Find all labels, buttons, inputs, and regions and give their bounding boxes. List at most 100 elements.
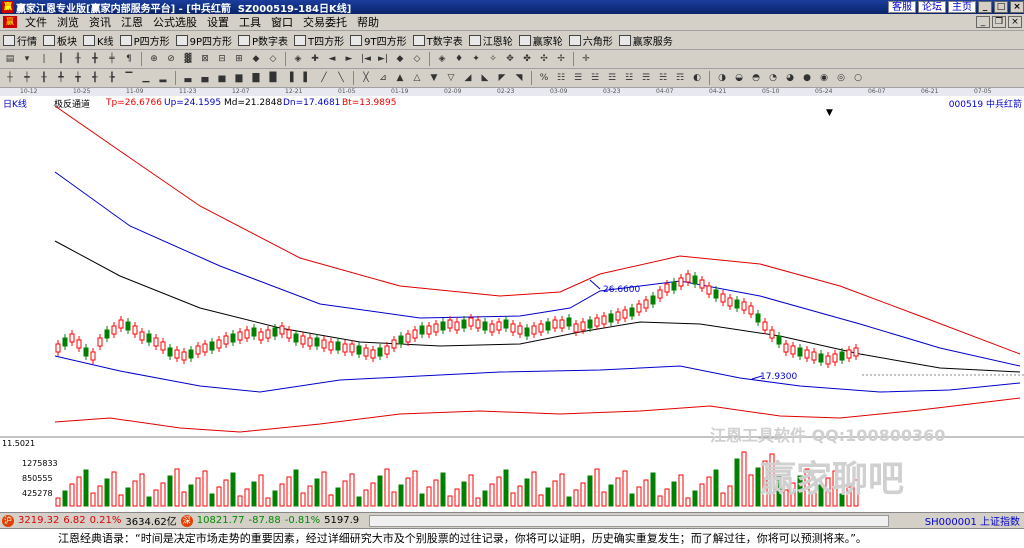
indicator-tool-icon[interactable]: ▽ — [444, 71, 458, 85]
chart-area[interactable]: 日K线 极反通道 Tp=26.6766 Up=24.1595 Md=21.284… — [0, 96, 1024, 512]
draw-tool-icon[interactable]: ◆ — [249, 52, 263, 66]
draw-tool-icon[interactable]: ✛ — [579, 52, 593, 66]
draw-tool-icon[interactable]: | — [37, 52, 51, 66]
indicator-tool-icon[interactable]: ╇ — [54, 71, 68, 85]
draw-tool-icon[interactable]: ◄ — [325, 52, 339, 66]
menu-settings[interactable]: 设置 — [202, 14, 234, 30]
indicator-tool-icon[interactable]: ☱ — [588, 71, 602, 85]
indicator-tool-icon[interactable]: ◐ — [690, 71, 704, 85]
indicator-tool-icon[interactable]: ╂ — [37, 71, 51, 85]
draw-tool-icon[interactable]: ◆ — [393, 52, 407, 66]
indicator-tool-icon[interactable]: ☰ — [571, 71, 585, 85]
indicator-tool-icon[interactable]: ▃ — [181, 71, 195, 85]
index-link[interactable]: SH000001 上证指数 — [925, 513, 1020, 528]
draw-tool-icon[interactable]: ⊕ — [147, 52, 161, 66]
indicator-tool-icon[interactable]: ▂ — [156, 71, 170, 85]
indicator-tool-icon[interactable]: ▅ — [215, 71, 229, 85]
toolbar-button-4[interactable]: 9P四方形 — [175, 33, 232, 48]
toolbar-button-6[interactable]: T四方形 — [294, 33, 344, 48]
indicator-tool-icon[interactable]: ◣ — [478, 71, 492, 85]
menu-trade[interactable]: 交易委托 — [298, 14, 352, 30]
indicator-tool-icon[interactable]: ▼ — [427, 71, 441, 85]
draw-tool-icon[interactable]: ╫ — [71, 52, 85, 66]
draw-tool-icon[interactable]: ◈ — [435, 52, 449, 66]
indicator-tool-icon[interactable]: ⊿ — [376, 71, 390, 85]
indicator-tool-icon[interactable]: ☷ — [554, 71, 568, 85]
draw-tool-icon[interactable]: ✚ — [308, 52, 322, 66]
menu-formula[interactable]: 公式选股 — [148, 14, 202, 30]
indicator-tool-icon[interactable]: ▁ — [139, 71, 153, 85]
toolbar-button-3[interactable]: P四方形 — [119, 33, 170, 48]
indicator-tool-icon[interactable]: % — [537, 71, 551, 85]
indicator-tool-icon[interactable]: ☶ — [673, 71, 687, 85]
close-button[interactable]: × — [1010, 1, 1024, 13]
indicator-tool-icon[interactable]: ● — [800, 71, 814, 85]
draw-tool-icon[interactable]: |◄ — [359, 52, 373, 66]
draw-tool-icon[interactable]: ► — [342, 52, 356, 66]
draw-tool-icon[interactable]: ⊠ — [198, 52, 212, 66]
indicator-tool-icon[interactable]: █ — [266, 71, 280, 85]
indicator-tool-icon[interactable]: ╊ — [105, 71, 119, 85]
draw-tool-icon[interactable]: ✣ — [537, 52, 551, 66]
service-link[interactable]: 客服 — [888, 1, 916, 13]
homepage-link[interactable]: 主页 — [948, 1, 976, 13]
draw-tool-icon[interactable]: ¶ — [122, 52, 136, 66]
draw-tool-icon[interactable]: ╋ — [88, 52, 102, 66]
indicator-tool-icon[interactable]: ▲ — [393, 71, 407, 85]
indicator-tool-icon[interactable]: ▌ — [300, 71, 314, 85]
draw-tool-icon[interactable]: ✥ — [503, 52, 517, 66]
draw-tool-icon[interactable]: ✧ — [486, 52, 500, 66]
toolbar-button-5[interactable]: P数字表 — [238, 33, 288, 48]
draw-tool-icon[interactable]: ⊟ — [215, 52, 229, 66]
draw-tool-icon[interactable]: ◇ — [410, 52, 424, 66]
indicator-tool-icon[interactable]: ◕ — [783, 71, 797, 85]
toolbar-button-1[interactable]: 板块 — [43, 33, 77, 48]
indicator-tool-icon[interactable]: ▄ — [198, 71, 212, 85]
indicator-tool-icon[interactable]: ┿ — [20, 71, 34, 85]
toolbar-button-11[interactable]: 六角形 — [568, 33, 613, 48]
minimize-button[interactable]: _ — [978, 1, 992, 13]
indicator-tool-icon[interactable]: ▔ — [122, 71, 136, 85]
indicator-tool-icon[interactable]: ╲ — [334, 71, 348, 85]
indicator-tool-icon[interactable]: ◔ — [766, 71, 780, 85]
indicator-tool-icon[interactable]: ◉ — [817, 71, 831, 85]
draw-tool-icon[interactable]: ▾ — [20, 52, 34, 66]
indicator-tool-icon[interactable]: △ — [410, 71, 424, 85]
menu-file[interactable]: 文件 — [20, 14, 52, 30]
draw-tool-icon[interactable]: ◇ — [266, 52, 280, 66]
indicator-tool-icon[interactable]: ◓ — [749, 71, 763, 85]
indicator-tool-icon[interactable]: ╳ — [359, 71, 373, 85]
draw-tool-icon[interactable]: ✦ — [469, 52, 483, 66]
indicator-tool-icon[interactable]: ◒ — [732, 71, 746, 85]
indicator-tool-icon[interactable]: ☲ — [605, 71, 619, 85]
child-minimize-button[interactable]: _ — [976, 16, 990, 28]
draw-tool-icon[interactable]: ◈ — [291, 52, 305, 66]
indicator-tool-icon[interactable]: ▆ — [232, 71, 246, 85]
indicator-tool-icon[interactable]: ◑ — [715, 71, 729, 85]
draw-tool-icon[interactable]: ⊞ — [232, 52, 246, 66]
toolbar-button-0[interactable]: 行情 — [3, 33, 37, 48]
indicator-tool-icon[interactable]: ☳ — [622, 71, 636, 85]
draw-tool-icon[interactable]: ✢ — [554, 52, 568, 66]
indicator-tool-icon[interactable]: ☵ — [656, 71, 670, 85]
forum-link[interactable]: 论坛 — [918, 1, 946, 13]
toolbar-button-12[interactable]: 赢家服务 — [618, 33, 673, 48]
toolbar-button-10[interactable]: 赢家轮 — [518, 33, 563, 48]
draw-tool-icon[interactable]: ►| — [376, 52, 390, 66]
indicator-tool-icon[interactable]: ╈ — [71, 71, 85, 85]
menu-help[interactable]: 帮助 — [352, 14, 384, 30]
indicator-tool-icon[interactable]: ◥ — [512, 71, 526, 85]
menu-gann[interactable]: 江恩 — [116, 14, 148, 30]
menu-window[interactable]: 窗口 — [266, 14, 298, 30]
draw-tool-icon[interactable]: ⊘ — [164, 52, 178, 66]
draw-tool-icon[interactable]: ▤ — [3, 52, 17, 66]
draw-tool-icon[interactable]: ▓ — [181, 52, 195, 66]
child-restore-button[interactable]: ❐ — [992, 16, 1006, 28]
indicator-tool-icon[interactable]: ▐ — [283, 71, 297, 85]
indicator-tool-icon[interactable]: ╱ — [317, 71, 331, 85]
indicator-tool-icon[interactable]: ○ — [851, 71, 865, 85]
indicator-tool-icon[interactable]: ◎ — [834, 71, 848, 85]
horizontal-scrollbar[interactable] — [369, 514, 890, 527]
toolbar-button-8[interactable]: T数字表 — [412, 33, 463, 48]
indicator-tool-icon[interactable]: ◤ — [495, 71, 509, 85]
